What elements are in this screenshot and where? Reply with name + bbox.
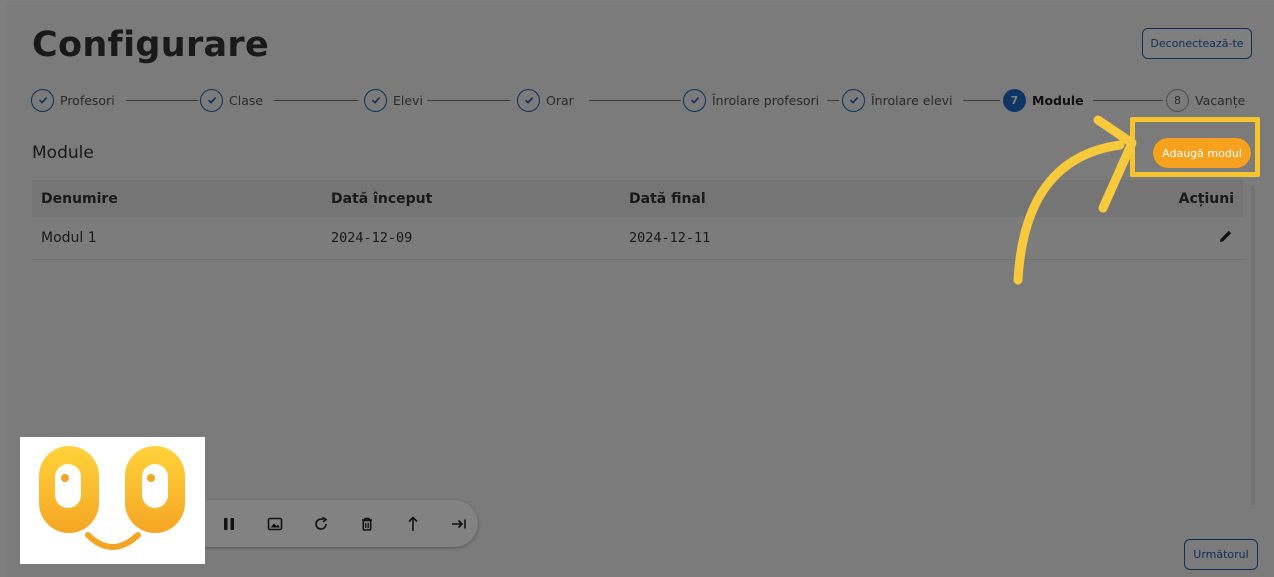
- smiley-logo-icon: [39, 446, 185, 550]
- curved-arrow-icon: [1013, 115, 1137, 285]
- step-label: Clase: [229, 92, 264, 108]
- image-icon[interactable]: [266, 515, 284, 533]
- step-number: 8: [1166, 88, 1189, 112]
- step-connector: [827, 100, 839, 101]
- check-icon: [200, 88, 223, 112]
- pencil-icon[interactable]: [1218, 228, 1234, 248]
- step-inrolare-profesori[interactable]: Înrolare profesori: [683, 87, 819, 113]
- cell-start-date: 2024-12-09: [331, 230, 413, 246]
- step-label: Elevi: [393, 92, 423, 108]
- step-connector: [589, 100, 681, 101]
- logout-button[interactable]: Deconectează-te: [1142, 28, 1252, 59]
- step-label: Profesori: [60, 92, 115, 108]
- step-label: Vacanțe: [1195, 92, 1246, 108]
- next-button[interactable]: Următorul: [1184, 539, 1258, 570]
- step-connector: [963, 100, 1000, 101]
- add-module-button-highlighted[interactable]: Adaugă modul: [1153, 138, 1251, 168]
- column-header: Dată început: [331, 190, 433, 207]
- check-icon: [517, 88, 540, 112]
- step-connector: [427, 100, 510, 101]
- pause-icon[interactable]: [220, 515, 238, 533]
- step-inrolare-elevi[interactable]: Înrolare elevi: [842, 87, 953, 113]
- step-connector: [1093, 100, 1163, 101]
- check-icon: [31, 88, 54, 112]
- step-label: Înrolare profesori: [712, 92, 820, 108]
- column-header: Denumire: [41, 190, 118, 207]
- skip-end-icon[interactable]: [450, 515, 468, 533]
- check-icon: [683, 88, 706, 112]
- step-module[interactable]: 7 Module: [1003, 87, 1084, 113]
- step-label: Orar: [546, 92, 574, 108]
- section-title: Module: [32, 143, 94, 163]
- scrollbar[interactable]: [1251, 185, 1255, 505]
- step-number: 7: [1003, 88, 1026, 112]
- step-clase[interactable]: Clase: [200, 87, 263, 113]
- step-connector: [274, 100, 358, 101]
- step-elevi[interactable]: Elevi: [364, 87, 423, 113]
- trash-icon[interactable]: [358, 515, 376, 533]
- redo-icon[interactable]: [312, 515, 330, 533]
- logo-watermark: [20, 437, 205, 564]
- cell-end-date: 2024-12-11: [629, 230, 711, 246]
- setup-stepper: Profesori Clase Elevi Orar Înrolare prof…: [30, 87, 1260, 113]
- cell-name: Modul 1: [41, 230, 97, 246]
- step-vacante[interactable]: 8 Vacanțe: [1166, 87, 1245, 113]
- step-connector: [126, 100, 198, 101]
- page-title: Configurare: [32, 25, 270, 65]
- step-label: Module: [1032, 92, 1084, 108]
- step-orar[interactable]: Orar: [517, 87, 574, 113]
- step-label: Înrolare elevi: [871, 92, 953, 108]
- check-icon: [364, 88, 387, 112]
- column-header: Dată final: [629, 190, 706, 207]
- share-up-icon[interactable]: [404, 515, 422, 533]
- step-profesori[interactable]: Profesori: [31, 87, 115, 113]
- check-icon: [842, 88, 865, 112]
